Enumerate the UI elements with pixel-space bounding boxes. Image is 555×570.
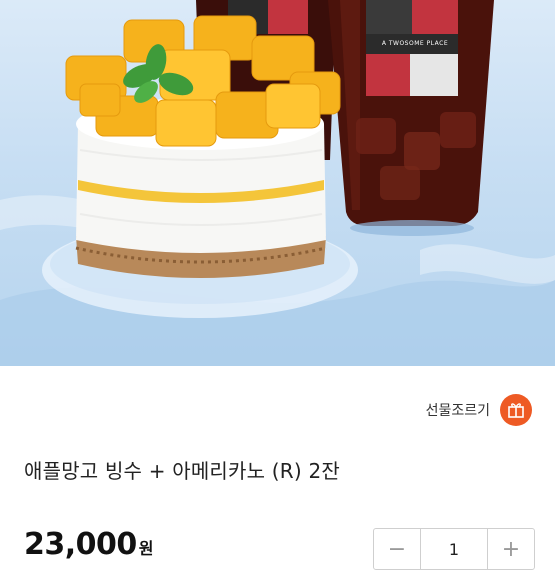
gift-request-label: 선물조르기 (425, 403, 490, 419)
quantity-stepper[interactable]: − 1 + (373, 528, 535, 570)
price-unit: 원 (138, 539, 154, 558)
quantity-plus-button[interactable]: + (487, 529, 534, 569)
cake-and-coffee-illustration (0, 0, 555, 366)
quantity-minus-button[interactable]: − (374, 529, 421, 569)
gift-request-button[interactable] (500, 394, 532, 426)
product-image: A TWOSOME PLACE (0, 0, 555, 366)
gift-request-row[interactable]: 선물조르기 (426, 394, 532, 426)
brand-text: A TWOSOME PLACE (381, 40, 449, 47)
quantity-value: 1 (448, 539, 460, 559)
price-value: 23,000 (24, 527, 137, 562)
product-title: 애플망고 빙수 + 아메리카노 (R) 2잔 (24, 459, 340, 483)
price: 23,000 원 (24, 527, 154, 562)
gift-box-icon (508, 403, 524, 418)
